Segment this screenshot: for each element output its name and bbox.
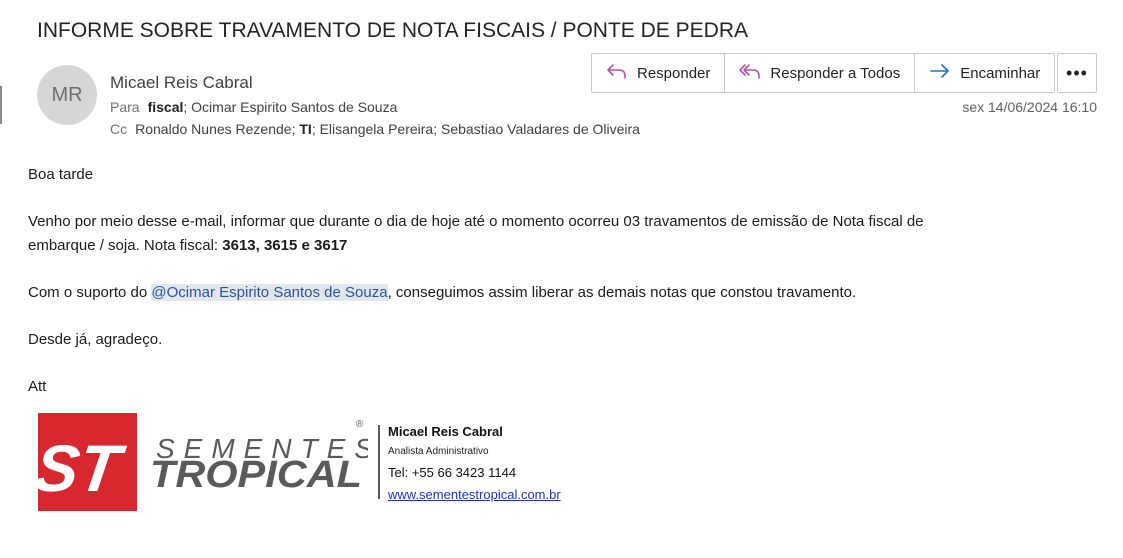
cc-recipient-others[interactable]: ; Elisangela Pereira; Sebastiao Valadare… bbox=[312, 121, 640, 137]
sent-date: sex 14/06/2024 16:10 bbox=[962, 99, 1097, 115]
paragraph-3: Desde já, agradeço. bbox=[28, 331, 163, 348]
cc-label: Cc bbox=[110, 121, 128, 137]
more-options-icon[interactable]: ••• bbox=[1057, 53, 1097, 93]
to-label: Para bbox=[110, 99, 140, 115]
paragraph-1: Venho por meio desse e-mail, informar qu… bbox=[28, 210, 924, 258]
to-recipient-fiscal[interactable]: fiscal bbox=[148, 99, 184, 115]
email-subject: INFORME SOBRE TRAVAMENTO DE NOTA FISCAIS… bbox=[37, 19, 748, 42]
reply-all-icon bbox=[739, 62, 761, 84]
message-actions: Responder Responder a Todos Encaminhar bbox=[591, 53, 1056, 93]
reply-all-label: Responder a Todos bbox=[770, 64, 901, 82]
closing: Att bbox=[28, 378, 47, 395]
company-logo: ST SEMENTES TROPICAL ® bbox=[30, 413, 373, 516]
paragraph-2: Com o suporto do @Ocimar Espirito Santos… bbox=[28, 281, 856, 305]
reply-button[interactable]: Responder bbox=[592, 54, 724, 92]
cc-recipients: Cc Ronaldo Nunes Rezende; TI; Elisangela … bbox=[110, 121, 640, 137]
signature-role: Analista Administrativo bbox=[388, 446, 489, 457]
mention-ocimar[interactable]: @Ocimar Espirito Santos de Souza bbox=[151, 284, 388, 301]
avatar[interactable]: MR bbox=[37, 65, 97, 125]
sender-name[interactable]: Micael Reis Cabral bbox=[110, 73, 253, 93]
signature-website-link[interactable]: www.sementestropical.com.br bbox=[388, 487, 561, 502]
forward-button[interactable]: Encaminhar bbox=[914, 54, 1054, 92]
paragraph-2-suffix: , conseguimos assim liberar as demais no… bbox=[387, 284, 857, 301]
to-recipient-others[interactable]: ; Ocimar Espirito Santos de Souza bbox=[183, 99, 397, 115]
signature-divider bbox=[378, 425, 380, 499]
logo-registered: ® bbox=[356, 419, 364, 430]
cc-recipient-ti[interactable]: TI bbox=[299, 121, 311, 137]
greeting: Boa tarde bbox=[28, 166, 94, 183]
paragraph-1-line-1: Venho por meio desse e-mail, informar qu… bbox=[28, 213, 924, 230]
paragraph-1-line-2: embarque / soja. Nota fiscal: bbox=[28, 237, 223, 254]
logo-line-2: TROPICAL bbox=[150, 454, 362, 496]
to-recipients: Para fiscal; Ocimar Espirito Santos de So… bbox=[110, 99, 397, 115]
reply-label: Responder bbox=[637, 64, 711, 82]
invoice-numbers: 3613, 3615 e 3617 bbox=[222, 237, 348, 254]
reply-all-button[interactable]: Responder a Todos bbox=[724, 54, 914, 92]
signature-name: Micael Reis Cabral bbox=[388, 424, 503, 439]
reply-icon bbox=[606, 62, 628, 84]
signature-phone: Tel: +55 66 3423 1144 bbox=[388, 465, 517, 480]
cc-recipient-ronaldo[interactable]: Ronaldo Nunes Rezende; bbox=[135, 121, 299, 137]
paragraph-2-prefix: Com o suporto do bbox=[28, 284, 152, 301]
reading-pane-edge bbox=[0, 86, 2, 124]
forward-arrow-icon bbox=[929, 62, 951, 84]
forward-label: Encaminhar bbox=[960, 64, 1041, 82]
